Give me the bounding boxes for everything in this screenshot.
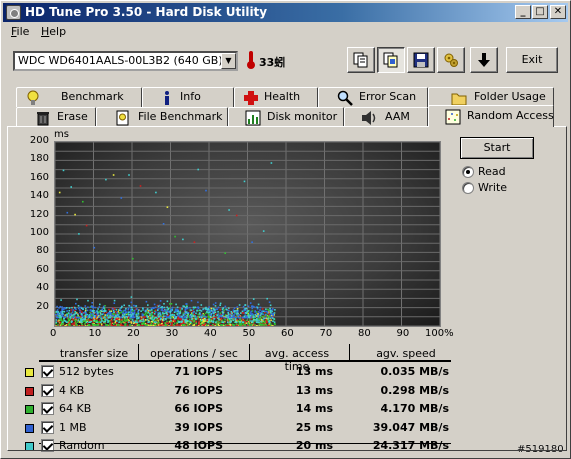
bulb-icon	[27, 90, 39, 105]
drive-select-value: WDC WD6401AALS-00L3B2 (640 GB)	[18, 54, 223, 67]
random-access-icon	[445, 109, 461, 125]
save-button[interactable]	[407, 47, 435, 73]
copy-info-button[interactable]	[347, 47, 375, 73]
file-benchmark-icon	[116, 110, 129, 126]
speaker-icon	[362, 111, 376, 125]
thermometer-icon	[247, 51, 255, 69]
drive-select[interactable]: WDC WD6401AALS-00L3B2 (640 GB) ▼	[13, 51, 238, 71]
temperature-readout: 33蚓	[259, 56, 286, 69]
download-icon	[478, 53, 490, 67]
app-window: HD Tune Pro 3.50 - Hard Disk Utility _ □…	[0, 0, 571, 459]
copy-screenshot-button[interactable]	[377, 47, 405, 73]
exit-button[interactable]: Exit	[506, 47, 558, 73]
options-icon	[444, 53, 458, 67]
chevron-down-icon[interactable]: ▼	[221, 53, 236, 69]
hdtune-app-icon[interactable]	[6, 5, 21, 20]
info-icon	[165, 91, 169, 105]
close-button[interactable]: ✕	[550, 5, 566, 19]
tab-aam[interactable]: AAM	[344, 107, 428, 127]
tab-disk-monitor[interactable]: Disk monitor	[228, 107, 344, 127]
folder-icon	[451, 93, 467, 106]
menu-file[interactable]: File	[11, 25, 29, 38]
maximize-button[interactable]: □	[532, 5, 548, 19]
tab-error-scan[interactable]: Error Scan	[318, 87, 428, 107]
menu-bar: File Help	[3, 23, 568, 41]
download-button[interactable]	[470, 47, 498, 73]
save-icon	[413, 52, 429, 68]
tab-health[interactable]: Health	[234, 87, 318, 107]
tab-folder-usage[interactable]: Folder Usage	[428, 87, 554, 107]
disk-monitor-icon	[245, 110, 261, 126]
magnifier-icon	[337, 90, 353, 106]
window-title: HD Tune Pro 3.50 - Hard Disk Utility	[25, 5, 268, 19]
title-bar[interactable]: HD Tune Pro 3.50 - Hard Disk Utility _ □…	[3, 3, 568, 22]
copy-info-icon	[353, 52, 368, 68]
health-cross-icon	[244, 91, 258, 105]
random-access-panel	[7, 126, 567, 451]
tab-random-access[interactable]: Random Access	[428, 105, 554, 127]
tab-benchmark[interactable]: Benchmark	[16, 87, 142, 107]
trash-icon	[37, 112, 49, 126]
tab-erase[interactable]: Erase	[16, 107, 96, 127]
minimize-button[interactable]: _	[515, 5, 531, 19]
options-button[interactable]	[437, 47, 465, 73]
tab-info[interactable]: Info	[142, 87, 234, 107]
tab-file-benchmark[interactable]: File Benchmark	[96, 107, 228, 127]
copy-screenshot-icon	[383, 52, 398, 68]
menu-help[interactable]: Help	[41, 25, 66, 38]
